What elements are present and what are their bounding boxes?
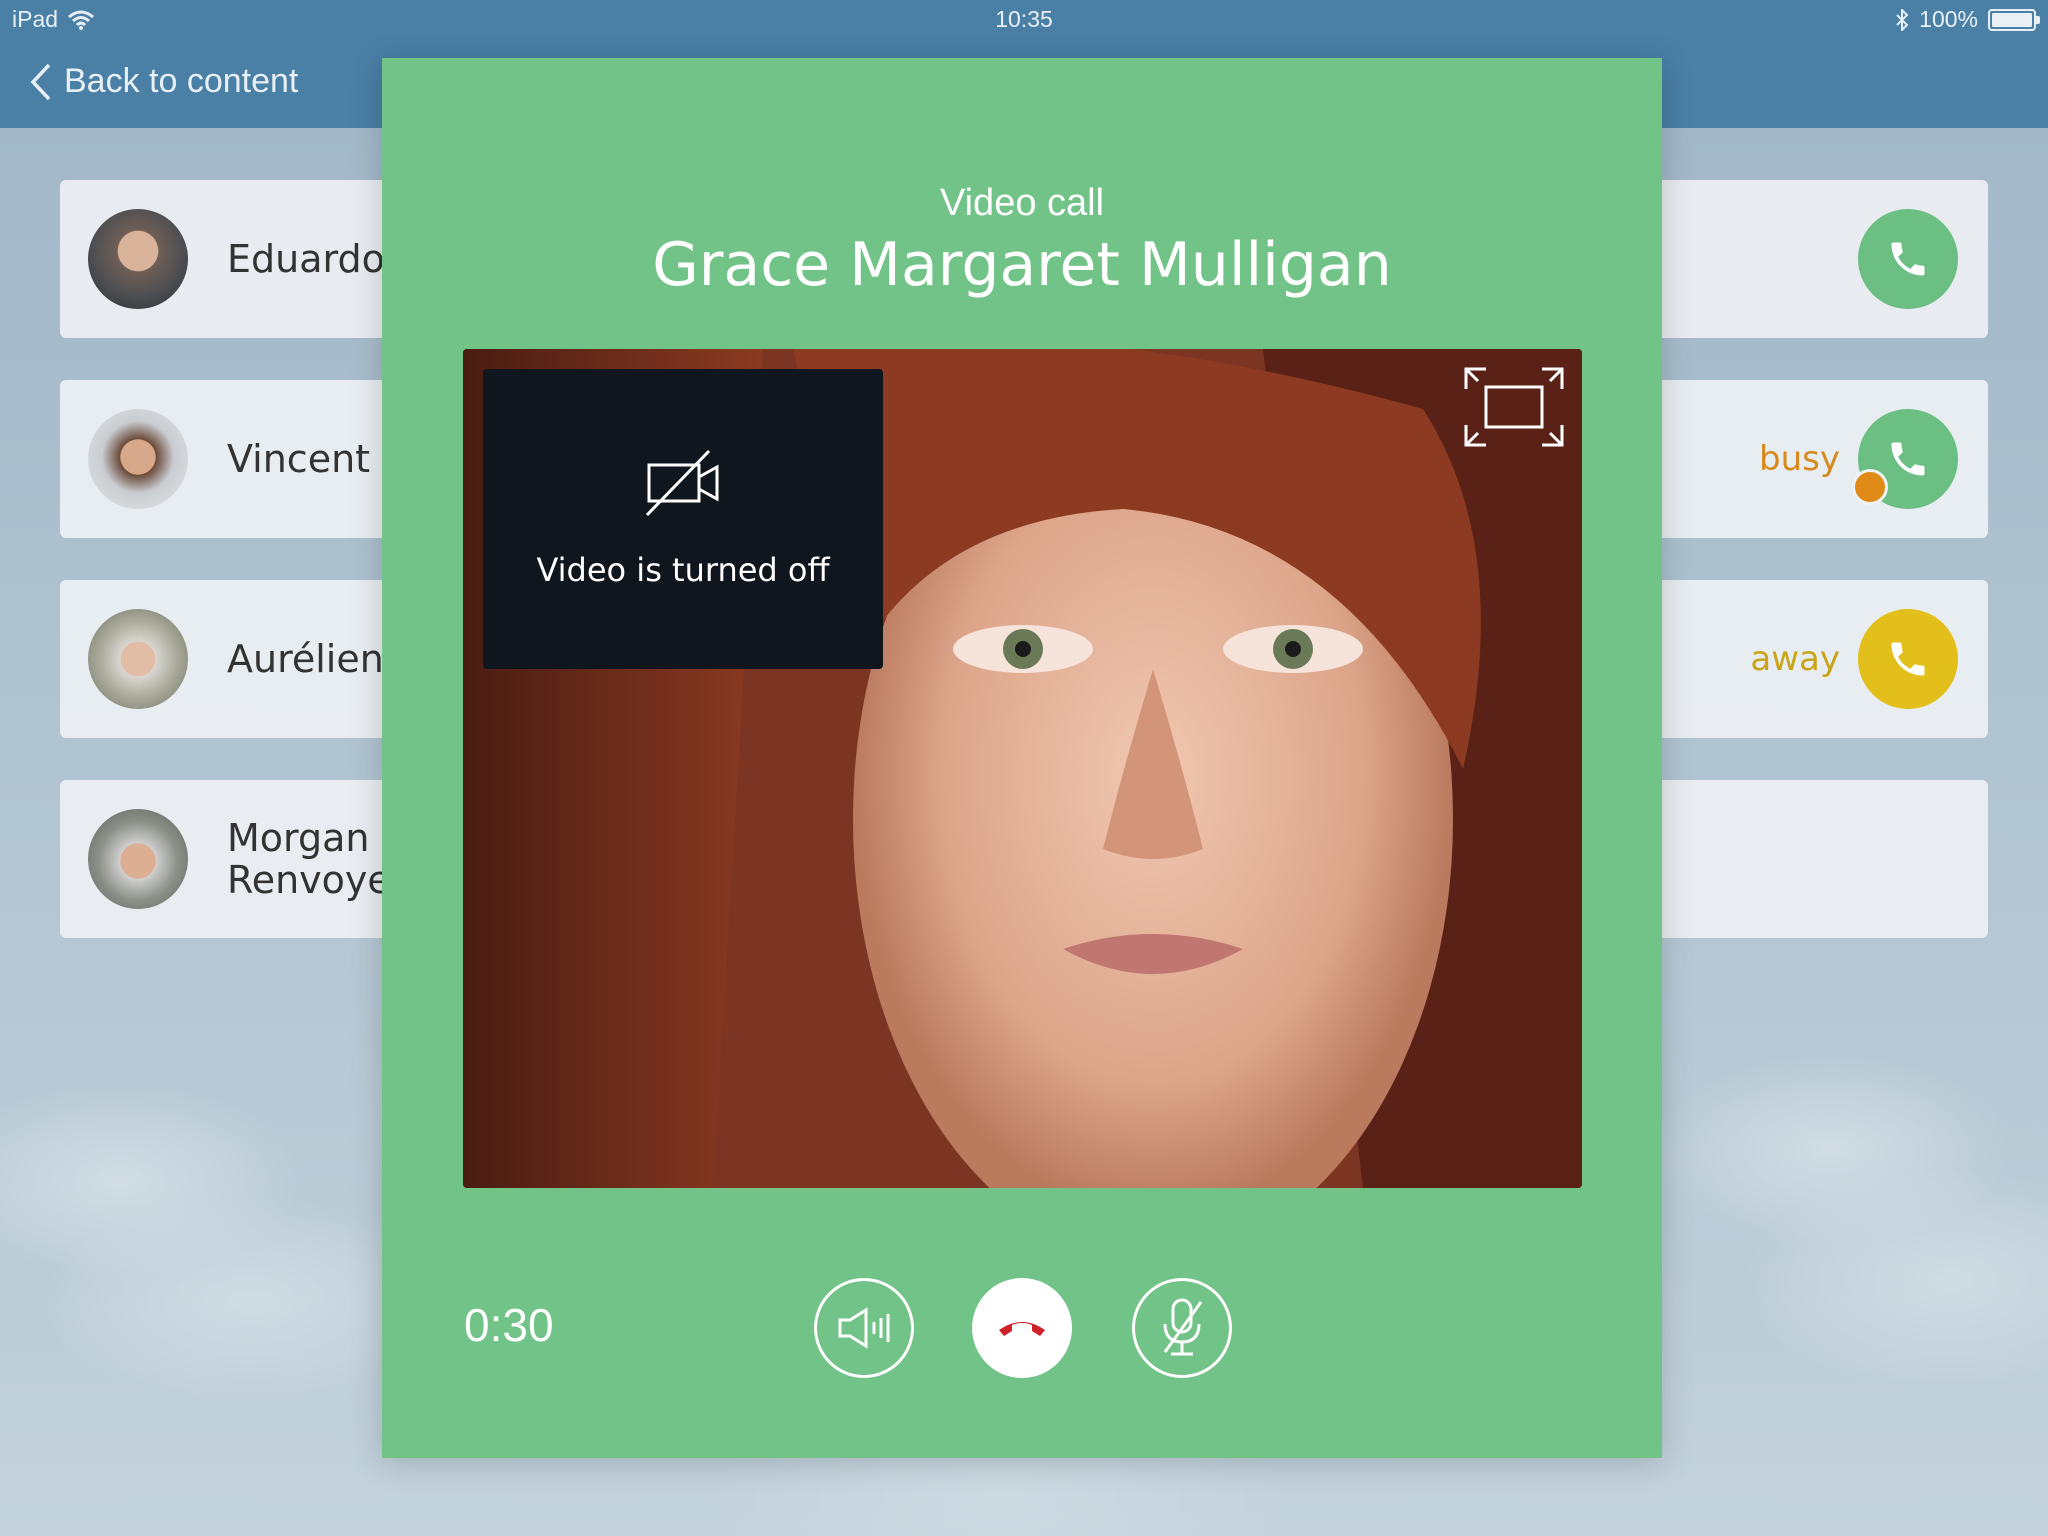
phone-icon — [1891, 642, 1925, 676]
dialog-title: Video call — [939, 182, 1105, 224]
avatar — [88, 809, 188, 909]
phone-icon — [1891, 442, 1925, 476]
busy-indicator — [1852, 469, 1888, 505]
speaker-icon — [838, 1307, 890, 1349]
camera-off-icon — [645, 449, 719, 517]
fullscreen-icon[interactable] — [1464, 367, 1564, 447]
call-button[interactable] — [1858, 609, 1958, 709]
avatar — [88, 209, 188, 309]
chevron-left-icon — [30, 63, 51, 100]
video-call-dialog: Video call Grace Margaret Mulligan Video… — [382, 58, 1662, 1458]
presence-status: busy — [1759, 439, 1840, 479]
mute-button[interactable] — [1132, 1278, 1232, 1378]
call-duration: 0:30 — [464, 1299, 554, 1351]
hangup-button[interactable] — [972, 1278, 1072, 1378]
phone-icon — [1891, 242, 1925, 276]
contact-name: Aurélien — [227, 637, 384, 681]
bluetooth-icon — [1896, 8, 1909, 31]
presence-status: away — [1750, 639, 1840, 679]
call-button[interactable] — [1852, 409, 1958, 509]
avatar — [88, 409, 188, 509]
battery-icon — [1988, 8, 2040, 31]
battery-percent: 100% — [1919, 6, 1978, 32]
mic-muted-icon — [1163, 1298, 1203, 1356]
caller-name: Grace Margaret Mulligan — [652, 230, 1392, 300]
status-time: 10:35 — [995, 6, 1053, 32]
status-bar: iPad 10:35 100% — [0, 0, 2048, 40]
contact-name: Vincent T — [227, 437, 406, 481]
contact-name: Eduardo — [227, 237, 385, 281]
speaker-button[interactable] — [814, 1278, 914, 1378]
call-button[interactable] — [1858, 209, 1958, 309]
hangup-icon — [999, 1322, 1045, 1336]
remote-video[interactable]: Video is turned off — [463, 349, 1582, 1188]
video-off-message: Video is turned off — [536, 551, 830, 589]
back-to-content-link[interactable]: Back to content — [30, 62, 298, 101]
contact-name: Morgan E Renvoye — [227, 816, 406, 902]
avatar — [88, 609, 188, 709]
self-view: Video is turned off — [483, 369, 883, 669]
status-right: 100% — [1895, 6, 2040, 33]
back-label: Back to content — [64, 62, 299, 100]
